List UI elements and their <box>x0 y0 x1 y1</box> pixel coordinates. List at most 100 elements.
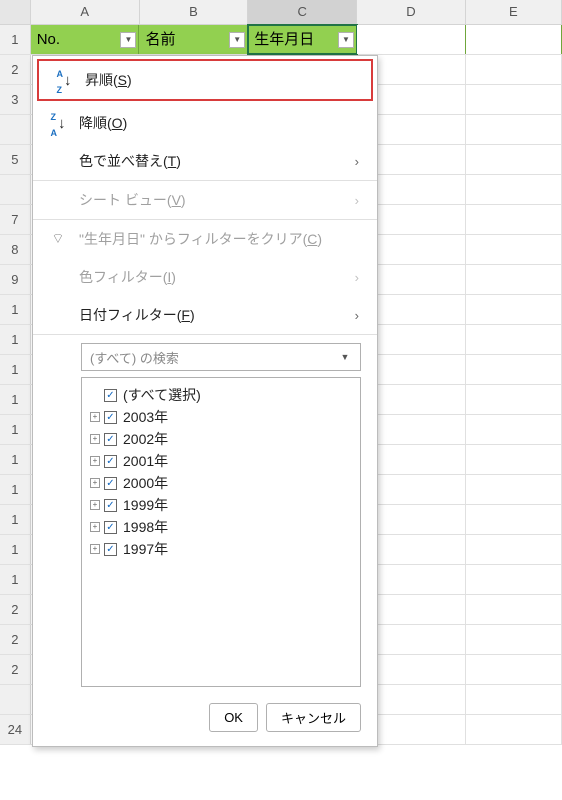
cell[interactable] <box>466 145 562 174</box>
checkbox-checked-icon[interactable]: ✓ <box>104 477 117 490</box>
row-header[interactable]: 1 <box>0 385 31 414</box>
cell[interactable] <box>466 715 562 744</box>
expand-icon[interactable]: + <box>90 412 100 422</box>
filter-dropdown-button[interactable]: ▼ <box>120 32 136 48</box>
row-header[interactable]: 1 <box>0 535 31 564</box>
cell[interactable] <box>466 115 562 144</box>
checkbox-checked-icon[interactable]: ✓ <box>104 411 117 424</box>
checkbox-checked-icon[interactable]: ✓ <box>104 433 117 446</box>
date-filter[interactable]: 日付フィルター(F) › <box>33 296 377 334</box>
col-header-e[interactable]: E <box>466 0 562 24</box>
cell[interactable] <box>466 445 562 474</box>
row-header[interactable] <box>0 115 31 144</box>
cell[interactable] <box>357 25 466 54</box>
row-header[interactable]: 1 <box>0 475 31 504</box>
cell[interactable] <box>466 505 562 534</box>
checkbox-checked-icon[interactable]: ✓ <box>104 499 117 512</box>
cell[interactable] <box>466 535 562 564</box>
cell[interactable] <box>466 85 562 114</box>
expand-icon[interactable]: + <box>90 434 100 444</box>
cell[interactable] <box>466 385 562 414</box>
cell[interactable] <box>466 565 562 594</box>
cell[interactable] <box>466 595 562 624</box>
tree-node-year[interactable]: + ✓ 1999年 <box>86 494 356 516</box>
tree-node-year[interactable]: +✓2002年 <box>86 428 356 450</box>
search-dropdown-icon[interactable]: ▼ <box>338 352 352 362</box>
cell[interactable] <box>466 475 562 504</box>
row-header[interactable]: 7 <box>0 205 31 234</box>
sort-desc-icon: ZA↓ <box>47 107 69 139</box>
row-header[interactable]: 8 <box>0 235 31 264</box>
tree-node-select-all[interactable]: + ✓ (すべて選択) <box>86 384 356 406</box>
tree-node-year[interactable]: +✓2000年 <box>86 472 356 494</box>
expand-icon[interactable]: + <box>90 544 100 554</box>
cell[interactable] <box>466 25 562 54</box>
cell[interactable] <box>466 235 562 264</box>
filter-search-box[interactable]: (すべて) の検索 ▼ <box>81 343 361 371</box>
row-header[interactable]: 1 <box>0 25 31 54</box>
select-all-corner[interactable] <box>0 0 31 24</box>
sort-descending[interactable]: ZA↓ 降順(O) <box>33 104 377 142</box>
checkbox-checked-icon[interactable]: ✓ <box>104 521 117 534</box>
row-header[interactable]: 3 <box>0 85 31 114</box>
col-header-b[interactable]: B <box>140 0 249 24</box>
row-header[interactable]: 1 <box>0 295 31 324</box>
checkbox-checked-icon[interactable]: ✓ <box>104 543 117 556</box>
tree-node-year[interactable]: +✓1998年 <box>86 516 356 538</box>
menu-label: 色フィルター(I) <box>79 267 176 287</box>
row-header[interactable]: 1 <box>0 445 31 474</box>
cell[interactable] <box>466 175 562 204</box>
row-header[interactable]: 2 <box>0 625 31 654</box>
sort-by-color[interactable]: 色で並べ替え(T) › <box>33 142 377 180</box>
row-header[interactable]: 24 <box>0 715 31 744</box>
tree-node-year[interactable]: +✓1997年 <box>86 538 356 560</box>
column-headers: A B C D E <box>0 0 562 25</box>
row-header[interactable] <box>0 685 31 714</box>
row-header[interactable]: 1 <box>0 505 31 534</box>
row-header[interactable]: 2 <box>0 55 31 84</box>
filter-values-tree[interactable]: + ✓ (すべて選択) +✓2003年+✓2002年+✓2001年+✓2000年… <box>81 377 361 687</box>
cell[interactable] <box>466 325 562 354</box>
tree-node-year[interactable]: +✓2001年 <box>86 450 356 472</box>
menu-label: 昇順(S) <box>85 70 132 90</box>
header-cell-no[interactable]: No. ▼ <box>31 25 140 54</box>
row-header[interactable]: 5 <box>0 145 31 174</box>
cancel-button[interactable]: キャンセル <box>266 703 361 732</box>
menu-label: "生年月日" からフィルターをクリア(C) <box>79 229 322 249</box>
expand-icon[interactable]: + <box>90 456 100 466</box>
filter-dropdown-button[interactable]: ▼ <box>338 32 354 48</box>
header-cell-name[interactable]: 名前 ▼ <box>139 25 248 54</box>
expand-icon[interactable]: + <box>90 478 100 488</box>
dialog-actions: OK キャンセル <box>33 691 377 746</box>
cell[interactable] <box>466 295 562 324</box>
cell[interactable] <box>466 205 562 234</box>
row-header[interactable]: 9 <box>0 265 31 294</box>
cell[interactable] <box>466 415 562 444</box>
expand-icon[interactable]: + <box>90 500 100 510</box>
row-header[interactable]: 1 <box>0 355 31 384</box>
filter-dropdown-button[interactable]: ▼ <box>229 32 245 48</box>
col-header-a[interactable]: A <box>31 0 140 24</box>
row-header[interactable]: 2 <box>0 595 31 624</box>
checkbox-checked-icon[interactable]: ✓ <box>104 455 117 468</box>
tree-node-year[interactable]: +✓2003年 <box>86 406 356 428</box>
row-header[interactable]: 1 <box>0 565 31 594</box>
header-cell-birthdate[interactable]: 生年月日 ▼ <box>248 25 357 54</box>
checkbox-checked-icon[interactable]: ✓ <box>104 389 117 402</box>
col-header-d[interactable]: D <box>357 0 466 24</box>
cell[interactable] <box>466 55 562 84</box>
cell[interactable] <box>466 655 562 684</box>
row-header[interactable]: 1 <box>0 325 31 354</box>
expand-icon[interactable]: + <box>90 522 100 532</box>
cell[interactable] <box>466 355 562 384</box>
row-header[interactable]: 2 <box>0 655 31 684</box>
tree-node-label: 1999年 <box>123 495 168 515</box>
ok-button[interactable]: OK <box>209 703 258 732</box>
cell[interactable] <box>466 685 562 714</box>
cell[interactable] <box>466 265 562 294</box>
row-header[interactable] <box>0 175 31 204</box>
cell[interactable] <box>466 625 562 654</box>
row-header[interactable]: 1 <box>0 415 31 444</box>
sort-ascending[interactable]: AZ↓ 昇順(S) <box>39 61 371 99</box>
col-header-c[interactable]: C <box>248 0 357 24</box>
